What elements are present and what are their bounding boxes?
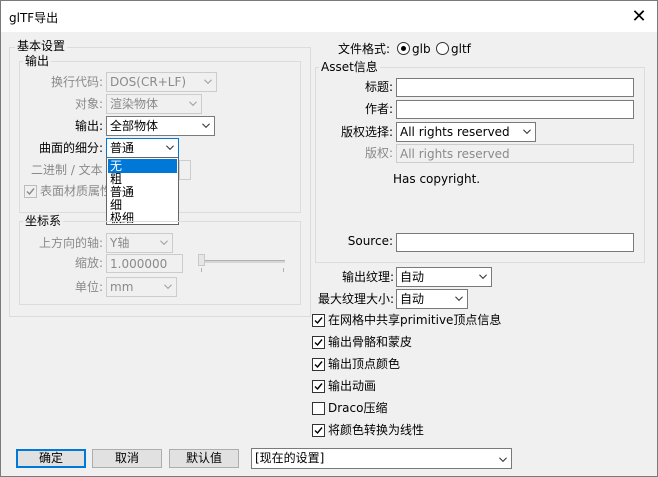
check-icon [314, 361, 323, 369]
file-format-label: 文件格式: [338, 42, 391, 56]
up-axis-label: 上方向的轴: [38, 236, 103, 250]
chevron-down-icon [523, 129, 531, 135]
binary-text-select[interactable] [179, 160, 191, 180]
line-code-label: 换行代码: [50, 75, 103, 89]
chevron-down-icon [160, 240, 168, 246]
check-icon [314, 383, 323, 391]
scale-field[interactable]: 1.000000 [106, 254, 183, 273]
linear-color-label: 将颜色转换为线性 [328, 423, 425, 437]
output-label: 输出: [74, 119, 103, 133]
check-icon [314, 427, 323, 435]
unit-select[interactable]: mm [106, 277, 177, 297]
export-vertex-color-label: 输出顶点颜色 [328, 357, 401, 371]
scale-label: 缩放: [74, 256, 103, 270]
material-props-checkbox[interactable] [24, 185, 37, 198]
target-label: 对象: [74, 97, 103, 111]
check-icon [314, 317, 323, 325]
chevron-down-icon [455, 296, 463, 302]
gltf-label: gltf [451, 42, 471, 56]
chevron-down-icon [164, 284, 172, 290]
texture-output-select[interactable]: 自动 [396, 267, 492, 287]
export-animation-label: 输出动画 [328, 379, 377, 393]
subdivision-label: 曲面的细分: [38, 141, 103, 155]
gltf-export-dialog: glTF导出 ✕ 基本设置 输出 换行代码: DOS(CR+LF) 对象: 渲染… [0, 0, 658, 477]
subdivision-dropdown: 无 粗 普通 细 极细 [106, 157, 179, 225]
asset-title-input[interactable] [396, 78, 634, 97]
material-props-label: 表面材质属性 [40, 184, 113, 198]
max-texture-size-select[interactable]: 自动 [396, 289, 468, 309]
license-label: 版权选择: [340, 125, 393, 139]
asset-info-title: Asset信息 [319, 60, 380, 74]
title-bar: glTF导出 ✕ [1, 1, 657, 32]
draco-compression-label: Draco压缩 [328, 401, 388, 415]
basic-settings-title: 基本设置 [15, 39, 68, 53]
source-input[interactable] [396, 233, 634, 252]
max-texture-size-label: 最大纹理大小: [317, 292, 394, 306]
radio-dot [401, 46, 406, 51]
draco-compression-checkbox[interactable] [312, 402, 325, 415]
scale-slider-track[interactable] [199, 260, 285, 263]
author-label: 作者: [364, 102, 393, 116]
ok-button[interactable]: 确定 [16, 449, 86, 468]
license-select[interactable]: All rights reserved [396, 122, 536, 142]
asset-title-label: 标题: [364, 80, 393, 94]
share-primitive-checkbox[interactable] [312, 314, 325, 327]
chevron-down-icon [166, 145, 174, 151]
subdivision-select[interactable]: 普通 [106, 138, 179, 158]
copyright-label: 版权: [364, 146, 393, 160]
copyright-field: All rights reserved [396, 144, 634, 163]
unit-label: 单位: [74, 280, 103, 294]
binary-text-label: 二进制 / 文本 [31, 163, 103, 177]
window-title: glTF导出 [9, 11, 59, 25]
slider-tick [283, 268, 284, 272]
source-label: Source: [347, 234, 393, 248]
texture-output-label: 输出纹理: [341, 270, 394, 284]
check-icon [314, 339, 323, 347]
author-input[interactable] [396, 100, 634, 119]
chevron-down-icon [202, 123, 210, 129]
subdivision-option[interactable]: 细 [108, 198, 177, 212]
chevron-down-icon [499, 457, 507, 463]
close-icon[interactable]: ✕ [621, 1, 657, 32]
up-axis-select[interactable]: Y轴 [106, 233, 173, 253]
export-skin-label: 输出骨骼和蒙皮 [328, 335, 413, 349]
linear-color-checkbox[interactable] [312, 424, 325, 437]
slider-tick [201, 268, 202, 272]
export-vertex-color-checkbox[interactable] [312, 358, 325, 371]
output-select[interactable]: 全部物体 [106, 116, 215, 136]
glb-radio[interactable] [397, 42, 410, 55]
output-group-title: 输出 [23, 54, 52, 68]
chevron-down-icon [189, 101, 197, 107]
has-copyright-text: Has copyright. [393, 172, 481, 186]
glb-label: glb [412, 42, 431, 56]
subdivision-option[interactable]: 普通 [108, 185, 177, 199]
chevron-down-icon [479, 274, 487, 280]
line-code-select[interactable]: DOS(CR+LF) [106, 72, 217, 92]
default-button[interactable]: 默认值 [169, 449, 239, 468]
target-select[interactable]: 渲染物体 [106, 94, 202, 114]
export-animation-checkbox[interactable] [312, 380, 325, 393]
preset-select[interactable]: [现在的设置] [251, 448, 512, 469]
gltf-radio[interactable] [436, 42, 449, 55]
check-icon [26, 188, 35, 196]
coordinate-group-title: 坐标系 [23, 214, 64, 228]
share-primitive-label: 在网格中共享primitive顶点信息 [328, 313, 502, 327]
cancel-button[interactable]: 取消 [92, 449, 162, 468]
subdivision-option[interactable]: 粗 [108, 172, 177, 186]
subdivision-option[interactable]: 无 [108, 159, 177, 173]
export-skin-checkbox[interactable] [312, 336, 325, 349]
chevron-down-icon [204, 79, 212, 85]
scale-slider-thumb[interactable] [198, 254, 205, 266]
